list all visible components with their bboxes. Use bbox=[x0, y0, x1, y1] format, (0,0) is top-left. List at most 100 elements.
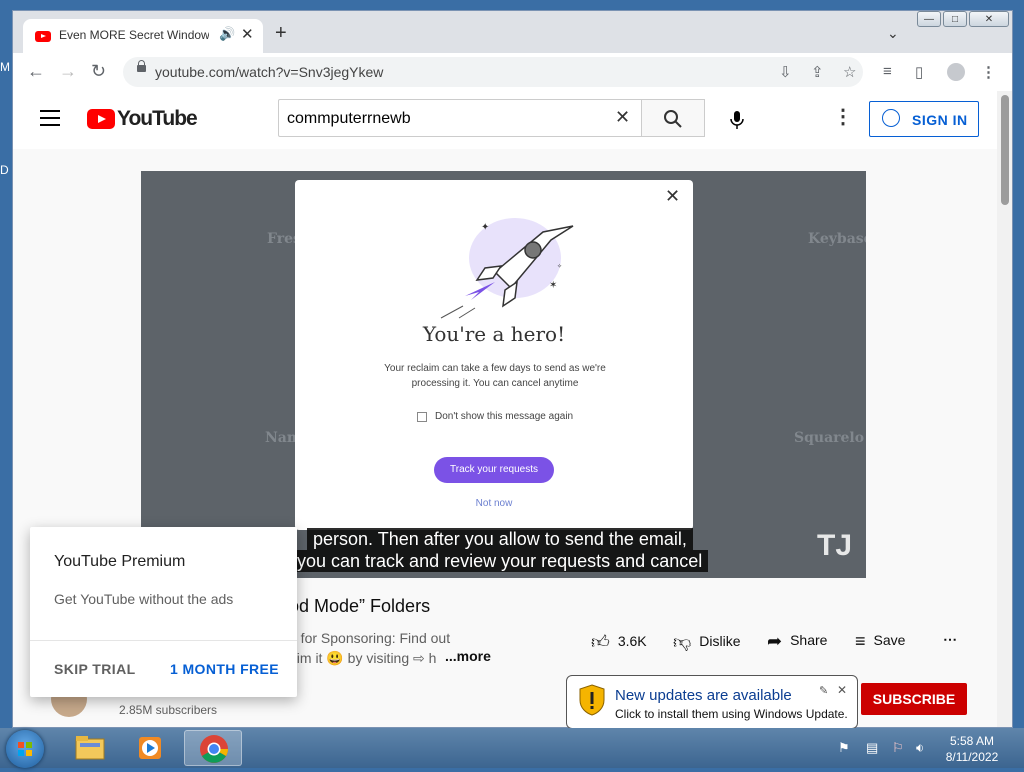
modal-close-icon[interactable]: ✕ bbox=[665, 186, 680, 207]
side-panel-icon[interactable]: ▯ bbox=[915, 63, 923, 81]
microphone-icon bbox=[730, 111, 744, 130]
page-scrollbar[interactable] bbox=[997, 91, 1012, 727]
youtube-favicon-icon bbox=[35, 31, 51, 42]
youtube-premium-popup: YouTube Premium Get YouTube without the … bbox=[30, 527, 297, 697]
bookmark-star-icon[interactable]: ☆ bbox=[843, 63, 856, 81]
save-button[interactable]: ≡ Save bbox=[855, 631, 905, 652]
premium-subtitle: Get YouTube without the ads bbox=[54, 591, 234, 607]
clear-search-icon[interactable]: ✕ bbox=[615, 107, 630, 128]
caption-line: you can track and review your requests a… bbox=[291, 550, 709, 572]
hamburger-menu-icon[interactable] bbox=[40, 110, 60, 131]
like-count: 3.6K bbox=[617, 633, 647, 649]
modal-body-text: Your reclaim can take a few days to send… bbox=[384, 363, 606, 389]
search-button[interactable] bbox=[641, 99, 705, 137]
track-requests-button[interactable]: Track your requests bbox=[434, 457, 554, 483]
background-card-title: Squarelo bbox=[794, 430, 865, 446]
back-arrow-icon[interactable]: ← bbox=[27, 61, 45, 81]
sign-in-button[interactable]: SIGN IN bbox=[869, 101, 979, 137]
account-icon bbox=[882, 109, 900, 127]
svg-text:✧: ✧ bbox=[557, 263, 562, 270]
reload-icon[interactable]: ↻ bbox=[91, 61, 106, 81]
scrollbar-thumb[interactable] bbox=[1001, 95, 1009, 205]
address-bar[interactable]: youtube.com/watch?v=Snv3jegYkew ⇩ ⇪ ☆ bbox=[123, 57, 863, 87]
thumbs-up-icon: 👍︎ bbox=[591, 632, 610, 652]
premium-title: YouTube Premium bbox=[54, 553, 186, 570]
start-button[interactable] bbox=[6, 730, 44, 768]
maximize-button[interactable]: □ bbox=[943, 11, 967, 27]
tray-network-icon[interactable]: ▤ bbox=[866, 740, 878, 756]
windows-update-balloon[interactable]: New updates are available Click to insta… bbox=[566, 675, 858, 729]
divider bbox=[30, 640, 297, 641]
balloon-text: Click to install them using Windows Upda… bbox=[615, 707, 848, 721]
install-icon[interactable]: ⇩ bbox=[779, 63, 792, 81]
video-player[interactable]: Fres Keybase Nam Squarelo ✕ ✦ ✶ ✧ You're… bbox=[141, 171, 866, 578]
search-query: commputerrnewb bbox=[287, 110, 411, 127]
clock-date: 8/11/2022 bbox=[945, 750, 999, 764]
dont-show-checkbox[interactable] bbox=[417, 412, 427, 422]
warning-shield-icon bbox=[579, 684, 605, 716]
clock-time: 5:58 AM bbox=[949, 734, 995, 748]
lock-icon bbox=[137, 60, 146, 72]
share-label: Share bbox=[790, 632, 828, 648]
tray-update-icon[interactable]: ⚑ bbox=[838, 740, 850, 756]
dislike-label: Dislike bbox=[699, 633, 741, 649]
not-now-link[interactable]: Not now bbox=[295, 498, 693, 509]
search-input[interactable]: commputerrnewb ✕ bbox=[278, 99, 642, 137]
speaker-icon[interactable]: 🔊 bbox=[219, 26, 235, 42]
settings-kebab-icon[interactable]: ⋮ bbox=[833, 107, 853, 127]
search-icon bbox=[664, 110, 682, 128]
media-player-icon bbox=[139, 737, 161, 759]
share-button[interactable]: ➦ Share bbox=[767, 631, 827, 652]
forward-arrow-icon[interactable]: → bbox=[59, 61, 77, 81]
taskbar: ⚑ ▤ ⚐ 🔉︎ 5:58 AM 8/11/2022 bbox=[0, 728, 1024, 768]
like-button[interactable]: 👍︎ 3.6K bbox=[591, 631, 647, 653]
balloon-close-icon[interactable]: ✕ bbox=[837, 683, 847, 697]
pin-icon[interactable]: ✎ bbox=[819, 684, 828, 697]
tab-title: Even MORE Secret Windows bbox=[59, 28, 209, 42]
share-icon[interactable]: ⇪ bbox=[811, 63, 824, 81]
show-more-link[interactable]: ...more bbox=[445, 648, 491, 664]
desktop-label: D bbox=[0, 163, 9, 177]
tab-close-icon[interactable]: ✕ bbox=[241, 25, 254, 43]
close-window-button[interactable]: ✕ bbox=[969, 11, 1009, 27]
voice-search-button[interactable] bbox=[717, 99, 757, 139]
tray-action-center-icon[interactable]: ⚐ bbox=[892, 740, 904, 756]
thumbs-down-icon: 👎︎ bbox=[673, 632, 692, 652]
tab-strip: Even MORE Secret Windows 🔊 ✕ + ⌄ — □ ✕ bbox=[13, 11, 1012, 53]
profile-avatar-icon[interactable] bbox=[947, 63, 965, 81]
youtube-logo-icon[interactable] bbox=[87, 109, 115, 129]
hero-modal: ✕ ✦ ✶ ✧ You're a hero! Your reclaim can … bbox=[295, 180, 693, 530]
minimize-button[interactable]: — bbox=[917, 11, 941, 27]
chrome-icon bbox=[200, 735, 228, 763]
taskbar-clock[interactable]: 5:58 AM 8/11/2022 bbox=[940, 733, 1004, 765]
browser-tab[interactable]: Even MORE Secret Windows 🔊 ✕ bbox=[23, 19, 263, 53]
youtube-logo-text[interactable]: YouTube bbox=[117, 107, 198, 131]
background-card-title: Keybase bbox=[808, 231, 866, 247]
taskbar-explorer[interactable] bbox=[60, 730, 118, 766]
save-label: Save bbox=[873, 632, 906, 648]
share-arrow-icon: ➦ bbox=[767, 631, 783, 651]
add-to-playlist-icon: ≡ bbox=[855, 631, 866, 651]
subscriber-count: 2.85M subscribers bbox=[119, 703, 218, 717]
skip-trial-button[interactable]: SKIP TRIAL bbox=[54, 661, 136, 677]
taskbar-media-player[interactable] bbox=[122, 730, 180, 766]
new-tab-button[interactable]: + bbox=[275, 23, 287, 43]
svg-text:✦: ✦ bbox=[481, 222, 489, 233]
more-actions-icon[interactable]: ⋯ bbox=[943, 631, 957, 648]
dont-show-label: Don't show this message again bbox=[435, 411, 574, 422]
video-title: od Mode” Folders bbox=[289, 596, 431, 616]
media-control-icon[interactable]: ≡ bbox=[883, 63, 892, 80]
month-free-button[interactable]: 1 MONTH FREE bbox=[170, 661, 279, 677]
youtube-header: YouTube commputerrnewb ✕ ⋮ SIGN IN bbox=[13, 91, 997, 149]
tray-volume-icon[interactable]: 🔉︎ bbox=[916, 740, 924, 756]
tab-search-chevron-icon[interactable]: ⌄ bbox=[887, 25, 899, 42]
balloon-title: New updates are available bbox=[615, 687, 792, 704]
channel-watermark: TJ bbox=[817, 529, 853, 562]
dislike-button[interactable]: 👎︎ Dislike bbox=[673, 631, 741, 653]
taskbar-chrome[interactable] bbox=[184, 730, 242, 766]
windows-logo-icon bbox=[18, 742, 32, 756]
subscribe-button[interactable]: SUBSCRIBE bbox=[861, 683, 967, 715]
browser-menu-icon[interactable]: ⋮ bbox=[981, 63, 996, 81]
rocket-illustration: ✦ ✶ ✧ bbox=[440, 218, 574, 319]
modal-title: You're a hero! bbox=[422, 322, 566, 346]
